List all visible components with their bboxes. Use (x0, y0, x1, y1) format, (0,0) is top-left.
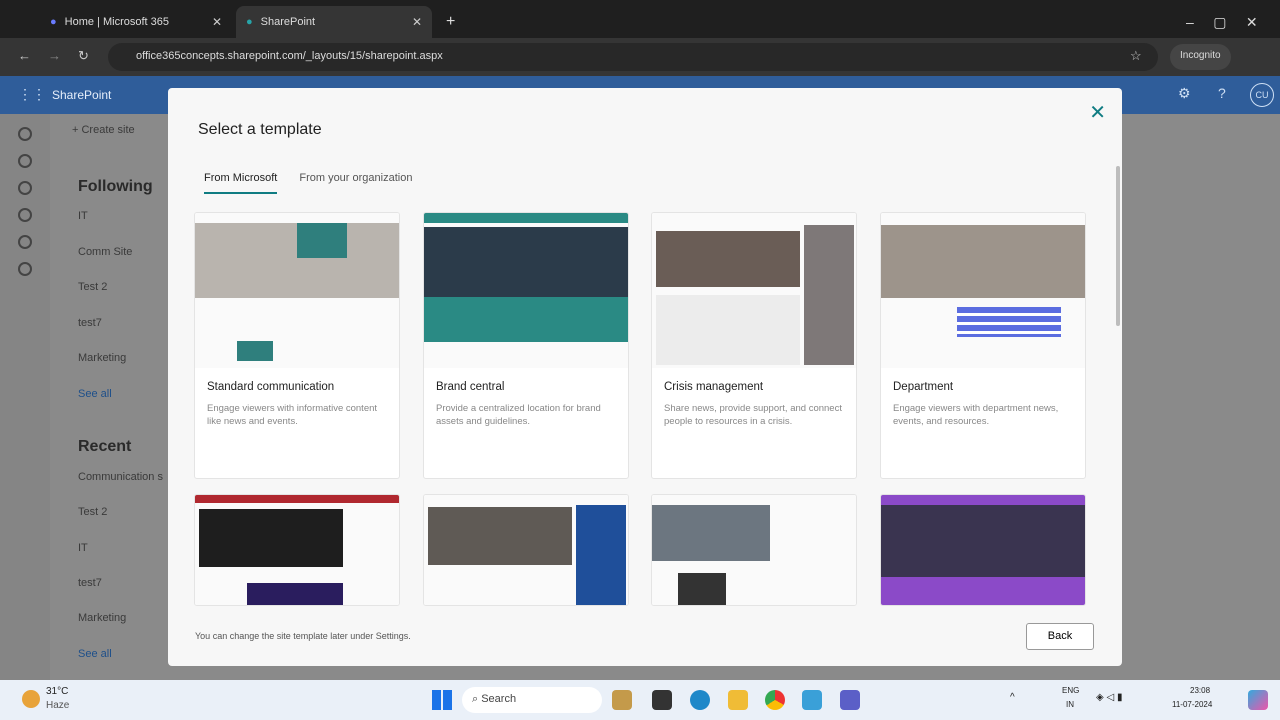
teams-icon[interactable] (840, 690, 860, 710)
globe-icon[interactable] (18, 154, 32, 168)
network-volume-battery-icons[interactable]: ◈ ◁ ▮ (1096, 692, 1122, 703)
reload-icon[interactable]: ↻ (78, 48, 89, 64)
lists-icon[interactable] (18, 235, 32, 249)
tab-from-microsoft[interactable]: From Microsoft (204, 172, 278, 194)
browser-tab-bar: ● Home | Microsoft 365 ✕ ● SharePoint ✕ + – … (0, 0, 1280, 38)
app-launcher-icon[interactable]: ⋮⋮ (18, 86, 46, 103)
new-tab-button[interactable]: + (436, 6, 465, 38)
create-icon[interactable] (18, 262, 32, 276)
see-all-link[interactable]: See all (78, 388, 112, 400)
template-preview (424, 213, 628, 368)
language[interactable]: ENG (1062, 686, 1079, 695)
tab-home-microsoft365[interactable]: ● Home | Microsoft 365 ✕ (40, 6, 232, 38)
search-label: Search (481, 693, 517, 705)
tab-from-your-organization[interactable]: From your organization (299, 172, 412, 194)
scrollbar[interactable] (1116, 166, 1120, 326)
weather-icon (22, 690, 40, 708)
copilot-icon[interactable] (1248, 690, 1268, 710)
weather-label[interactable]: Haze (46, 700, 69, 711)
template-card-brand-central[interactable]: Brand central Provide a centralized loca… (423, 212, 629, 479)
template-name: Crisis management (664, 381, 764, 393)
files-icon[interactable] (18, 208, 32, 222)
back-button[interactable]: Back (1026, 623, 1094, 650)
template-card[interactable] (423, 494, 629, 606)
template-name: Brand central (436, 381, 505, 393)
file-explorer-icon[interactable] (728, 690, 748, 710)
nav-link[interactable]: test7 (78, 317, 102, 329)
home-icon[interactable] (18, 127, 32, 141)
window-controls[interactable]: – ▢ ✕ (1176, 6, 1268, 38)
nav-link[interactable]: Marketing (78, 352, 126, 364)
star-icon[interactable]: ☆ (1130, 48, 1142, 64)
left-nav: + Create site Following IT Comm Site Tes… (50, 114, 168, 680)
m365-icon: ● (50, 16, 57, 28)
nav-link[interactable]: Communication s (78, 471, 163, 483)
incognito-badge[interactable]: Incognito (1170, 44, 1231, 70)
template-description: Engage viewers with department news, eve… (893, 403, 1059, 427)
task-view-icon[interactable] (652, 690, 672, 710)
recent-heading: Recent (78, 438, 132, 455)
dialog-title: Select a template (198, 121, 322, 138)
nav-link[interactable]: IT (78, 542, 88, 554)
back-icon[interactable]: ← (18, 48, 31, 63)
taskbar-search[interactable]: ⌕ Search (462, 687, 602, 713)
app-rail (0, 114, 50, 680)
forward-icon[interactable]: → (48, 48, 61, 63)
footer-note: You can change the site template later u… (195, 631, 411, 641)
following-heading: Following (78, 178, 153, 195)
chrome-icon[interactable] (765, 690, 785, 710)
clock-date[interactable]: 11-07-2024 (1172, 700, 1212, 709)
region[interactable]: IN (1066, 700, 1074, 709)
template-preview (881, 495, 1085, 605)
news-icon[interactable] (18, 181, 32, 195)
nav-link[interactable]: Comm Site (78, 246, 132, 258)
settings-icon[interactable]: ⚙ (1178, 85, 1191, 102)
template-card[interactable] (651, 494, 857, 606)
template-card-crisis-management[interactable]: Crisis management Share news, provide su… (651, 212, 857, 479)
template-preview (652, 213, 856, 368)
see-all-link[interactable]: See all (78, 648, 112, 660)
template-description: Engage viewers with informative content … (207, 403, 378, 427)
widget-icon[interactable] (612, 690, 632, 710)
nav-link[interactable]: Marketing (78, 612, 126, 624)
template-name: Standard communication (207, 381, 335, 393)
app-icon[interactable] (802, 690, 822, 710)
create-site-button[interactable]: + Create site (72, 124, 135, 136)
address-bar-row: ← → ↻ office365concepts.sharepoint.com/_… (0, 38, 1280, 76)
nav-link[interactable]: IT (78, 210, 88, 222)
nav-link[interactable]: Test 2 (78, 281, 107, 293)
template-description: Provide a centralized location for brand… (436, 403, 601, 427)
template-preview (424, 495, 628, 605)
nav-link[interactable]: test7 (78, 577, 102, 589)
template-preview (652, 495, 856, 605)
template-description: Share news, provide support, and connect… (664, 403, 842, 427)
close-tab-icon[interactable]: ✕ (412, 15, 422, 29)
url-input[interactable]: office365concepts.sharepoint.com/_layout… (108, 43, 1158, 71)
tab-sharepoint[interactable]: ● SharePoint ✕ (236, 6, 432, 38)
windows-start-icon[interactable] (432, 690, 452, 710)
nav-link[interactable]: Test 2 (78, 506, 107, 518)
clock-time[interactable]: 23:08 (1190, 686, 1210, 695)
template-card[interactable] (880, 494, 1086, 606)
template-preview (881, 213, 1085, 368)
windows-taskbar: 31°C Haze ⌕ Search ^ ENG IN ◈ ◁ ▮ 23:08 … (0, 680, 1280, 720)
help-icon[interactable]: ? (1218, 85, 1226, 101)
temperature[interactable]: 31°C (46, 686, 68, 697)
close-tab-icon[interactable]: ✕ (212, 15, 222, 29)
template-card-standard-communication[interactable]: Standard communication Engage viewers wi… (194, 212, 400, 479)
close-icon[interactable]: ✕ (1089, 100, 1106, 125)
sharepoint-icon: ● (246, 16, 253, 28)
edge-icon[interactable] (690, 690, 710, 710)
avatar[interactable]: CU (1250, 83, 1274, 107)
template-preview (195, 495, 399, 605)
app-name[interactable]: SharePoint (52, 88, 111, 102)
template-tabs: From Microsoft From your organization (204, 172, 412, 194)
template-card-department[interactable]: Department Engage viewers with departmen… (880, 212, 1086, 479)
template-name: Department (893, 381, 954, 393)
show-hidden-icons[interactable]: ^ (1010, 692, 1015, 703)
select-template-dialog: Select a template ✕ From Microsoft From … (168, 88, 1122, 666)
template-preview (195, 213, 399, 368)
search-icon: ⌕ (472, 693, 482, 705)
template-card[interactable] (194, 494, 400, 606)
